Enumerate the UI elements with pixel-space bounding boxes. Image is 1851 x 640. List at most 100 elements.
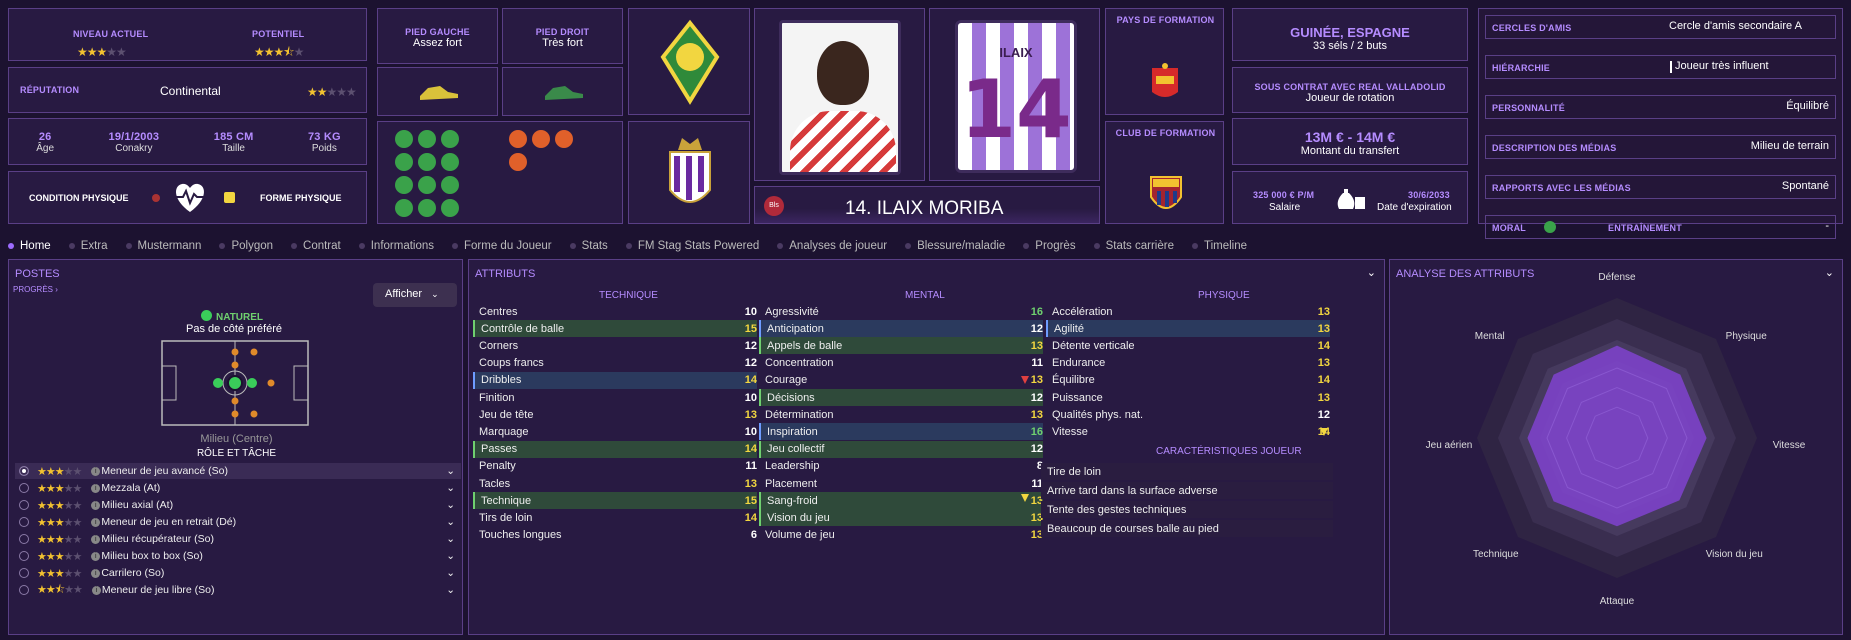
- collapse-chevron-icon[interactable]: ⌄: [1367, 266, 1376, 279]
- attribute-row[interactable]: Vision du jeu 13: [759, 509, 1043, 527]
- medical-icon[interactable]: [532, 130, 550, 148]
- attribute-row[interactable]: Agilité 13: [1046, 320, 1330, 338]
- info-icon[interactable]: i: [91, 551, 101, 561]
- trait-icon[interactable]: [441, 176, 459, 194]
- attribute-row[interactable]: Technique 15: [473, 492, 757, 510]
- attribute-row[interactable]: Corners 12: [473, 337, 757, 354]
- chevron-down-icon[interactable]: ⌄: [446, 499, 455, 511]
- tab-stats-carri-re[interactable]: Stats carrière: [1093, 240, 1174, 252]
- attribute-row[interactable]: Accélération 13: [1046, 303, 1330, 320]
- tab-mustermann[interactable]: Mustermann: [125, 240, 201, 252]
- attribute-row[interactable]: Volume de jeu 13: [759, 527, 1043, 544]
- attribute-row[interactable]: Équilibre 14: [1046, 372, 1330, 389]
- role-radio[interactable]: [19, 551, 29, 561]
- attribute-row[interactable]: Leadership 8: [759, 458, 1043, 475]
- attribute-row[interactable]: Décisions 12: [759, 389, 1043, 406]
- medical-icon[interactable]: [509, 153, 527, 171]
- attribute-row[interactable]: Qualités phys. nat. 12: [1046, 406, 1330, 423]
- role-row[interactable]: ★★⯪★★ i Meneur de jeu libre (So) ⌄: [15, 582, 461, 598]
- trait-icon[interactable]: [441, 199, 459, 217]
- attribute-row[interactable]: Détermination 13: [759, 406, 1043, 423]
- attribute-row[interactable]: Sang-froid 13: [759, 492, 1043, 510]
- trait-icon[interactable]: [395, 176, 413, 194]
- role-row[interactable]: ★★★★★ i Milieu axial (At) ⌄: [15, 497, 461, 513]
- chevron-down-icon[interactable]: ⌄: [446, 567, 455, 579]
- info-icon[interactable]: i: [91, 483, 101, 493]
- trait-icon[interactable]: [418, 153, 436, 171]
- attribute-row[interactable]: Puissance 13: [1046, 389, 1330, 406]
- trait-icon[interactable]: [418, 176, 436, 194]
- info-icon[interactable]: i: [91, 534, 101, 544]
- chevron-down-icon[interactable]: ⌄: [446, 482, 455, 494]
- info-icon[interactable]: i: [91, 466, 101, 476]
- attribute-row[interactable]: Coups francs 12: [473, 355, 757, 372]
- role-row[interactable]: ★★★★★ i Milieu box to box (So) ⌄: [15, 548, 461, 564]
- attribute-row[interactable]: Contrôle de balle 15: [473, 320, 757, 338]
- tab-home[interactable]: Home: [8, 240, 51, 252]
- attribute-row[interactable]: Endurance 13: [1046, 355, 1330, 372]
- attribute-row[interactable]: Penalty 11: [473, 458, 757, 475]
- attribute-row[interactable]: Tacles 13: [473, 475, 757, 492]
- attribute-row[interactable]: Vitesse14: [1046, 423, 1330, 440]
- role-radio[interactable]: [19, 517, 29, 527]
- attribute-row[interactable]: Centres 10: [473, 303, 757, 320]
- attribute-row[interactable]: Tirs de loin 14: [473, 509, 757, 526]
- tab-polygon[interactable]: Polygon: [219, 240, 273, 252]
- trait-icon[interactable]: [441, 153, 459, 171]
- attribute-row[interactable]: Placement 11: [759, 475, 1043, 492]
- tab-fm-stag-stats-powered[interactable]: FM Stag Stats Powered: [625, 240, 759, 252]
- progress-link[interactable]: PROGRÈS ›: [13, 285, 58, 294]
- role-radio[interactable]: [19, 483, 29, 493]
- chevron-down-icon[interactable]: ⌄: [446, 516, 455, 528]
- tab-contrat[interactable]: Contrat: [291, 240, 341, 252]
- medical-icon[interactable]: [509, 130, 527, 148]
- attribute-row[interactable]: Agressivité 16: [759, 303, 1043, 320]
- attribute-row[interactable]: Jeu collectif 12: [759, 440, 1043, 458]
- tab-blessure-maladie[interactable]: Blessure/maladie: [905, 240, 1005, 252]
- attribute-row[interactable]: Courage 13: [759, 372, 1043, 389]
- info-icon[interactable]: i: [91, 517, 101, 527]
- show-dropdown-button[interactable]: Afficher ⌄: [373, 283, 457, 307]
- role-row[interactable]: ★★★★★ i Meneur de jeu avancé (So) ⌄: [15, 463, 461, 479]
- role-row[interactable]: ★★★★★ i Milieu récupérateur (So) ⌄: [15, 531, 461, 547]
- info-icon[interactable]: i: [91, 585, 101, 595]
- attribute-row[interactable]: Détente verticale 14: [1046, 337, 1330, 354]
- chevron-down-icon[interactable]: ⌄: [446, 465, 455, 477]
- chevron-down-icon[interactable]: ⌄: [446, 584, 455, 596]
- attribute-row[interactable]: Anticipation 12: [759, 320, 1043, 338]
- info-icon[interactable]: i: [91, 568, 101, 578]
- trait-icon[interactable]: [395, 153, 413, 171]
- role-row[interactable]: ★★★★★ i Carrilero (So) ⌄: [15, 565, 461, 581]
- trait-icon[interactable]: [395, 130, 413, 148]
- medical-icon[interactable]: [555, 130, 573, 148]
- attribute-row[interactable]: Marquage 10: [473, 423, 757, 440]
- trait-icon[interactable]: [418, 130, 436, 148]
- attribute-row[interactable]: Passes 14: [473, 440, 757, 458]
- role-row[interactable]: ★★★★★ i Meneur de jeu en retrait (Dé) ⌄: [15, 514, 461, 530]
- attribute-row[interactable]: Concentration 11: [759, 355, 1043, 372]
- role-row[interactable]: ★★★★★ i Mezzala (At) ⌄: [15, 480, 461, 496]
- role-radio[interactable]: [19, 568, 29, 578]
- tab-informations[interactable]: Informations: [358, 240, 434, 252]
- role-radio[interactable]: [19, 534, 29, 544]
- chevron-down-icon[interactable]: ⌄: [446, 533, 455, 545]
- attribute-row[interactable]: Dribbles 14: [473, 371, 757, 389]
- attribute-row[interactable]: Appels de balle 13: [759, 337, 1043, 355]
- role-radio[interactable]: [19, 585, 29, 595]
- role-radio[interactable]: [19, 500, 29, 510]
- tab-stats[interactable]: Stats: [569, 240, 608, 252]
- tab-analyses-de-joueur[interactable]: Analyses de joueur: [777, 240, 887, 252]
- chevron-down-icon[interactable]: ⌄: [446, 550, 455, 562]
- attribute-row[interactable]: Jeu de tête 13: [473, 406, 757, 423]
- trait-icon[interactable]: [441, 130, 459, 148]
- trait-icon[interactable]: [395, 199, 413, 217]
- tab-extra[interactable]: Extra: [68, 240, 108, 252]
- info-icon[interactable]: i: [91, 500, 101, 510]
- attribute-row[interactable]: Finition 10: [473, 389, 757, 406]
- tab-progr-s[interactable]: Progrès: [1023, 240, 1076, 252]
- attribute-row[interactable]: Inspiration 16: [759, 423, 1043, 441]
- tab-forme-du-joueur[interactable]: Forme du Joueur: [452, 240, 552, 252]
- tab-timeline[interactable]: Timeline: [1191, 240, 1247, 252]
- trait-icon[interactable]: [418, 199, 436, 217]
- attribute-row[interactable]: Touches longues 6: [473, 527, 757, 544]
